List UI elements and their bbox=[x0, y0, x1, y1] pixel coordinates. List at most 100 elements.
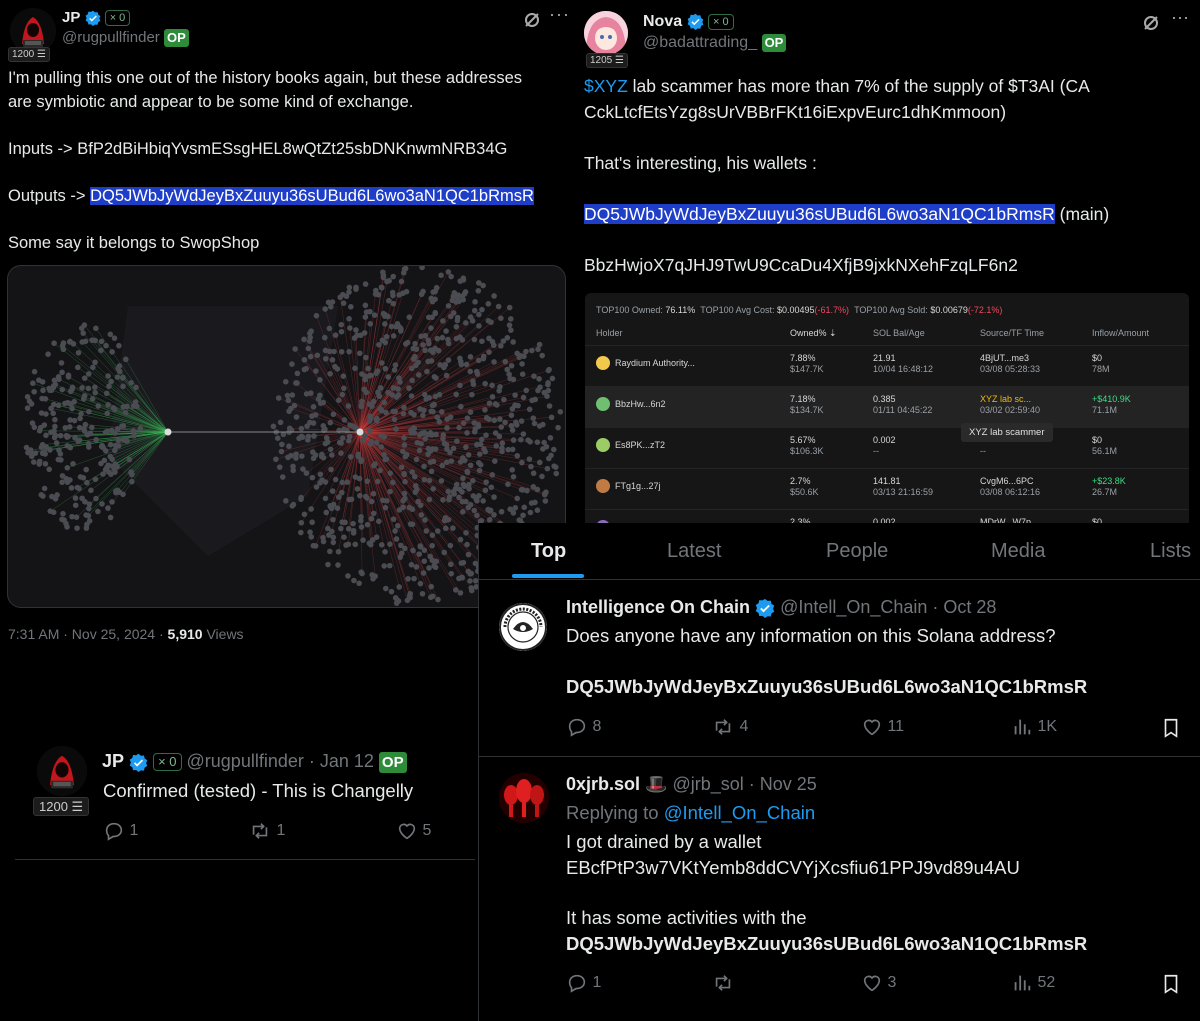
source-wallet[interactable]: XYZ lab sc... bbox=[980, 394, 1031, 405]
table-row[interactable]: BbzHw...6n2 7.18% $134.7K 0.385 01/11 04:45:… bbox=[585, 386, 1189, 427]
author-name[interactable]: JP bbox=[62, 9, 80, 26]
tab-latest[interactable]: Latest bbox=[667, 523, 721, 579]
sol-balance: 0.385 bbox=[873, 394, 896, 404]
slash-icon[interactable] bbox=[522, 10, 542, 30]
handle-date[interactable]: @jrb_sol · Nov 25 bbox=[672, 774, 816, 794]
author-name[interactable]: Nova bbox=[643, 13, 682, 30]
graph-hub-node bbox=[164, 428, 172, 436]
bookmark-icon[interactable] bbox=[1160, 973, 1182, 995]
post-timestamp[interactable]: 7:31 AM · Nov 25, 2024 · bbox=[8, 626, 168, 642]
table-row[interactable]: Es8PK...zT2 5.67% $106.3K 0.002 -- -- $0 56.1M bbox=[585, 427, 1189, 468]
reply-button[interactable]: 1 bbox=[103, 820, 138, 842]
views-icon bbox=[1014, 975, 1031, 991]
source-time: -- bbox=[980, 446, 986, 456]
jrb-avatar[interactable] bbox=[499, 773, 549, 823]
slash-icon[interactable] bbox=[1141, 13, 1161, 33]
holders-table-image[interactable]: TOP100 Owned: 76.11% TOP100 Avg Cost: $0… bbox=[585, 293, 1189, 523]
views-icon bbox=[1014, 719, 1031, 735]
search-tabs: Top Latest People Media Lists bbox=[479, 523, 1200, 579]
table-header-sol[interactable]: SOL Bal/Age bbox=[873, 328, 925, 339]
post-text-line: That's interesting, his wallets : bbox=[584, 153, 817, 173]
holder-avatar bbox=[596, 397, 610, 411]
views-button[interactable]: 1K bbox=[1011, 716, 1057, 738]
verified-icon bbox=[85, 10, 100, 27]
x-count: × 0 bbox=[104, 10, 131, 27]
like-icon bbox=[398, 823, 416, 840]
mention-link[interactable]: @Intell_On_Chain bbox=[664, 802, 815, 823]
tab-media[interactable]: Media bbox=[991, 523, 1045, 579]
verified-icon bbox=[687, 13, 703, 31]
more-icon[interactable]: ··· bbox=[549, 4, 570, 25]
tab-people[interactable]: People bbox=[826, 523, 888, 579]
tab-top[interactable]: Top bbox=[531, 523, 566, 579]
inflow-value: +$23.8K bbox=[1092, 476, 1126, 486]
holder-name[interactable]: Es8PK...zT2 bbox=[615, 440, 665, 451]
replying-label: Replying to bbox=[566, 802, 664, 823]
sol-balance: 141.81 bbox=[873, 476, 901, 486]
op-badge: OP bbox=[761, 34, 787, 52]
table-row[interactable]: Raydium Authority... 7.88% $147.7K 21.91 10/… bbox=[585, 345, 1189, 386]
views-button[interactable]: 52 bbox=[1011, 972, 1055, 994]
verified-icon bbox=[129, 753, 148, 772]
repost-icon bbox=[252, 823, 268, 839]
sol-age: 03/13 21:16:59 bbox=[873, 487, 934, 497]
more-icon[interactable]: ··· bbox=[1171, 7, 1189, 28]
repost-button[interactable] bbox=[711, 972, 739, 994]
solana-address: DQ5JWbJyWdJeyBxZuuyu36sUBud6L6wo3aN1QC1b… bbox=[566, 676, 1088, 697]
inflow-value: $0 bbox=[1092, 353, 1103, 363]
amount-value: 71.1M bbox=[1092, 405, 1118, 415]
owned-percent: 7.88% bbox=[790, 353, 816, 363]
amount-value: 26.7M bbox=[1092, 487, 1118, 497]
table-header-source[interactable]: Source/TF Time bbox=[980, 328, 1044, 339]
holder-avatar bbox=[596, 479, 610, 493]
repost-button[interactable]: 1 bbox=[248, 820, 285, 842]
cashtag-link[interactable]: $XYZ bbox=[584, 76, 628, 96]
jp-reply-panel: 1200 ☰ JP × 0 @rugpullfinder · Jan 12 OP… bbox=[15, 732, 475, 862]
sol-balance: 21.91 bbox=[873, 353, 896, 363]
tab-lists[interactable]: Lists bbox=[1150, 523, 1191, 579]
like-button[interactable]: 5 bbox=[396, 820, 431, 842]
holder-name[interactable]: FTg1g...27j bbox=[615, 481, 661, 492]
author-emoji: 🎩 bbox=[645, 774, 668, 794]
source-wallet[interactable]: CvgM6...6PC bbox=[980, 476, 1034, 487]
inputs-label: Inputs -> bbox=[8, 140, 78, 158]
author-name[interactable]: 0xjrb.sol bbox=[566, 774, 640, 794]
table-header-inflow[interactable]: Inflow/Amount bbox=[1092, 328, 1149, 339]
active-tab-indicator bbox=[512, 574, 584, 578]
right-post-panel: 1205 ☰ Nova × 0 @badattrading_ OP ··· $X… bbox=[578, 0, 1200, 523]
amount-value: 78M bbox=[1092, 364, 1110, 374]
op-badge: OP bbox=[163, 29, 189, 48]
bookmark-icon[interactable] bbox=[1160, 717, 1182, 739]
x-count: × 0 bbox=[153, 753, 182, 772]
source-wallet[interactable]: 4BjUT...me3 bbox=[980, 353, 1029, 364]
like-button[interactable]: 3 bbox=[861, 972, 896, 994]
handle-date[interactable]: @Intell_On_Chain · Oct 28 bbox=[780, 597, 996, 617]
source-time: 03/08 05:28:33 bbox=[980, 364, 1041, 374]
anime-avatar[interactable] bbox=[584, 11, 628, 55]
reply-button[interactable]: 8 bbox=[566, 716, 601, 738]
handle[interactable]: @badattrading_ bbox=[643, 34, 757, 51]
handle-date[interactable]: @rugpullfinder · Jan 12 bbox=[187, 751, 374, 771]
table-header-holder[interactable]: Holder bbox=[596, 328, 623, 339]
handle[interactable]: @rugpullfinder bbox=[62, 29, 160, 46]
table-row[interactable]: FTg1g...27j 2.7% $50.6K 141.81 03/13 21:16:5… bbox=[585, 468, 1189, 509]
like-icon bbox=[863, 719, 881, 736]
author-name[interactable]: Intelligence On Chain bbox=[566, 597, 750, 617]
owned-percent: 5.67% bbox=[790, 435, 816, 445]
sol-age: -- bbox=[873, 446, 879, 456]
op-badge: OP bbox=[378, 751, 407, 773]
sol-balance: 0.002 bbox=[873, 435, 896, 445]
table-header-owned[interactable]: Owned% ⇣ bbox=[790, 328, 837, 339]
ioc-seal-avatar[interactable] bbox=[499, 603, 547, 651]
author-name[interactable]: JP bbox=[102, 751, 124, 771]
table-row[interactable]: GcEi1...NKK2.3%0.002MDrW...W7p$0 bbox=[585, 509, 1189, 523]
post-text: Does anyone have any information on this… bbox=[566, 625, 1056, 646]
holder-name[interactable]: Raydium Authority... bbox=[615, 358, 695, 369]
main-wallet-address: DQ5JWbJyWdJeyBxZuuyu36sUBud6L6wo3aN1QC1b… bbox=[584, 204, 1055, 224]
hacker-avatar[interactable] bbox=[37, 746, 87, 796]
reply-button[interactable]: 1 bbox=[566, 972, 601, 994]
repost-button[interactable]: 4 bbox=[711, 716, 748, 738]
like-button[interactable]: 11 bbox=[861, 716, 904, 738]
holder-name[interactable]: BbzHw...6n2 bbox=[615, 399, 666, 410]
level-badge: 1200 ☰ bbox=[8, 47, 50, 62]
